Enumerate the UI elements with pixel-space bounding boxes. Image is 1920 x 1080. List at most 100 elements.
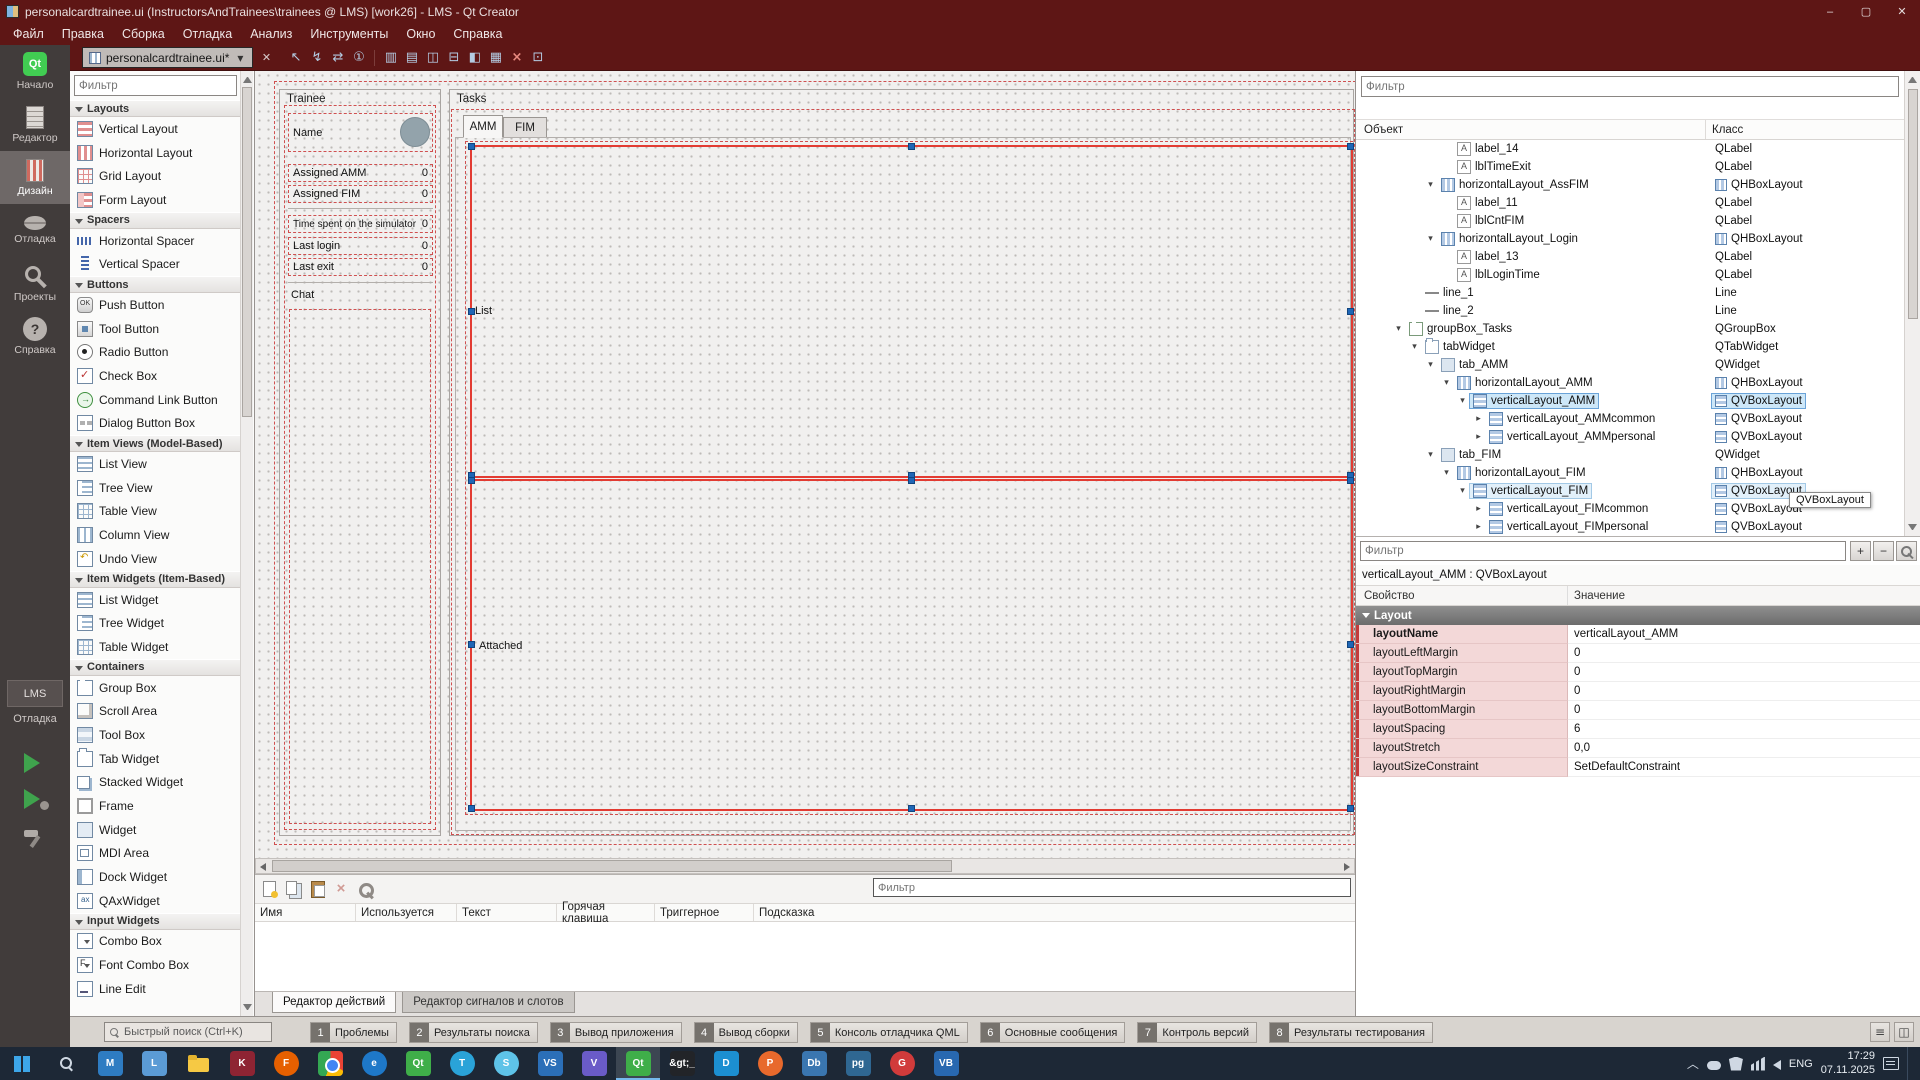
object-entry[interactable]: lblTimeExit xyxy=(1453,159,1535,175)
menu-item[interactable]: Инструменты xyxy=(301,24,397,44)
configure-properties-icon[interactable] xyxy=(1896,541,1917,561)
delete-action-icon[interactable] xyxy=(331,879,351,899)
object-filter-input[interactable] xyxy=(1361,76,1899,97)
widget-item[interactable]: Scroll Area xyxy=(70,699,240,723)
assigned-amm-value[interactable]: 0 xyxy=(422,167,428,179)
gitkraken-icon[interactable]: G xyxy=(880,1047,924,1080)
output-pane-button[interactable]: 5Консоль отладчика QML xyxy=(810,1022,968,1043)
file-explorer-icon[interactable] xyxy=(176,1047,220,1080)
widget-item[interactable]: List Widget xyxy=(70,588,240,612)
build-button[interactable] xyxy=(22,827,46,849)
show-desktop-button[interactable] xyxy=(1907,1047,1912,1080)
widget-item[interactable]: Tool Button xyxy=(70,317,240,341)
paste-action-icon[interactable] xyxy=(307,879,327,899)
action-list[interactable] xyxy=(255,922,1355,991)
chrome-icon[interactable] xyxy=(308,1047,352,1080)
widget-item[interactable]: QAxWidget xyxy=(70,889,240,913)
docker-icon[interactable]: D xyxy=(704,1047,748,1080)
qt-creator-icon[interactable]: Qt xyxy=(616,1047,660,1080)
skype-icon[interactable]: S xyxy=(484,1047,528,1080)
chat-label[interactable]: Chat xyxy=(291,289,314,301)
assigned-amm-label[interactable]: Assigned AMM xyxy=(293,167,366,179)
resize-handle[interactable] xyxy=(1347,308,1354,315)
telegram-icon[interactable]: T xyxy=(440,1047,484,1080)
break-layout-icon[interactable] xyxy=(507,48,526,67)
menu-item[interactable]: Справка xyxy=(444,24,511,44)
resize-handle[interactable] xyxy=(468,477,475,484)
property-value[interactable]: 0,0 xyxy=(1568,739,1920,758)
resize-handle[interactable] xyxy=(1347,477,1354,484)
chevron-down-icon[interactable] xyxy=(234,51,246,65)
layout-vertical-splitter-icon[interactable] xyxy=(444,48,463,67)
remove-property-button[interactable]: − xyxy=(1873,541,1894,561)
output-pane-button[interactable]: 8Результаты тестирования xyxy=(1269,1022,1433,1043)
adjust-size-icon[interactable] xyxy=(528,48,547,67)
object-tree-row[interactable]: ▾tab_AMMQWidget xyxy=(1356,356,1905,374)
widget-item[interactable]: Widget xyxy=(70,818,240,842)
layout-horizontal-splitter-icon[interactable] xyxy=(423,48,442,67)
layout-section-header[interactable]: Layout xyxy=(1356,606,1920,625)
widgetbox-category[interactable]: Containers xyxy=(70,659,240,676)
separator-line-2[interactable] xyxy=(288,282,433,283)
widget-item[interactable]: Vertical Spacer xyxy=(70,252,240,276)
tree-expander-icon[interactable]: ▸ xyxy=(1472,522,1485,532)
property-value[interactable]: 0 xyxy=(1568,701,1920,720)
last-exit-row[interactable]: Last exit 0 xyxy=(288,258,433,276)
resize-handle[interactable] xyxy=(908,477,915,484)
widget-item[interactable]: List View xyxy=(70,452,240,476)
widget-item[interactable]: MDI Area xyxy=(70,842,240,866)
mode-welcome[interactable]: Начало xyxy=(0,45,70,98)
tree-expander-icon[interactable]: ▸ xyxy=(1472,414,1485,424)
tab-amm[interactable]: AMM xyxy=(463,115,503,138)
mail-icon[interactable]: M xyxy=(88,1047,132,1080)
edge-icon[interactable]: e xyxy=(352,1047,396,1080)
list-label[interactable]: List xyxy=(475,305,492,317)
widget-item[interactable]: Tree View xyxy=(70,476,240,500)
configure-actions-icon[interactable] xyxy=(355,879,375,899)
object-entry[interactable]: verticalLayout_AMMcommon xyxy=(1485,411,1659,427)
layout-form-icon[interactable] xyxy=(465,48,484,67)
object-entry[interactable]: horizontalLayout_FIM xyxy=(1453,465,1590,481)
start-button[interactable] xyxy=(0,1047,44,1080)
property-value[interactable]: 0 xyxy=(1568,644,1920,663)
tree-expander-icon[interactable]: ▸ xyxy=(1472,504,1485,514)
output-pane-button[interactable]: 2Результаты поиска xyxy=(409,1022,538,1043)
object-tree-row[interactable]: ▾groupBox_TasksQGroupBox xyxy=(1356,320,1905,338)
object-tree-row[interactable]: label_13QLabel xyxy=(1356,248,1905,266)
qt-designer-icon[interactable]: Qt xyxy=(396,1047,440,1080)
tree-expander-icon[interactable]: ▾ xyxy=(1392,324,1405,334)
layout-vertical-icon[interactable] xyxy=(402,48,421,67)
widget-item[interactable]: Undo View xyxy=(70,547,240,571)
hidden-icons-chevron[interactable]: ︿ xyxy=(1687,1055,1699,1072)
copy-action-icon[interactable] xyxy=(283,879,303,899)
close-button[interactable]: ✕ xyxy=(1884,0,1920,23)
resize-handle[interactable] xyxy=(1347,143,1354,150)
object-tree-row[interactable]: label_14QLabel xyxy=(1356,140,1905,158)
property-value[interactable]: verticalLayout_AMM xyxy=(1568,625,1920,644)
tree-expander-icon[interactable]: ▾ xyxy=(1424,450,1437,460)
assigned-amm-row[interactable]: Assigned AMM 0 xyxy=(288,164,433,182)
widgetbox-category[interactable]: Item Widgets (Item-Based) xyxy=(70,571,240,588)
scroll-up-icon[interactable] xyxy=(1908,74,1917,83)
tree-expander-icon[interactable]: ▾ xyxy=(1456,486,1469,496)
tree-expander-icon[interactable]: ▾ xyxy=(1424,360,1437,370)
object-tree-row[interactable]: lblLoginTimeQLabel xyxy=(1356,266,1905,284)
resize-handle[interactable] xyxy=(908,805,915,812)
debug-run-button[interactable] xyxy=(24,789,40,809)
widget-item[interactable]: Combo Box xyxy=(70,930,240,954)
widgetbox-category[interactable]: Spacers xyxy=(70,212,240,229)
object-tree-row[interactable]: ▸verticalLayout_FIMpersonalQVBoxLayout xyxy=(1356,518,1905,536)
menu-item[interactable]: Отладка xyxy=(174,24,241,44)
object-entry[interactable]: verticalLayout_AMMpersonal xyxy=(1485,429,1659,445)
property-row[interactable]: layoutTopMargin0 xyxy=(1356,663,1920,682)
bottom-tab[interactable]: Редактор действий xyxy=(272,992,396,1013)
language-indicator[interactable]: ENG xyxy=(1789,1058,1813,1070)
tree-expander-icon[interactable]: ▾ xyxy=(1440,468,1453,478)
canvas-horizontal-scrollbar[interactable] xyxy=(255,858,1355,874)
property-value[interactable]: SetDefaultConstraint xyxy=(1568,758,1920,777)
widget-item[interactable]: Table View xyxy=(70,500,240,524)
bottom-tab[interactable]: Редактор сигналов и слотов xyxy=(402,992,574,1013)
widget-item[interactable]: Font Combo Box xyxy=(70,953,240,977)
object-entry[interactable]: horizontalLayout_Login xyxy=(1437,231,1582,247)
object-tree-row[interactable]: ▾horizontalLayout_AssFIMQHBoxLayout xyxy=(1356,176,1905,194)
